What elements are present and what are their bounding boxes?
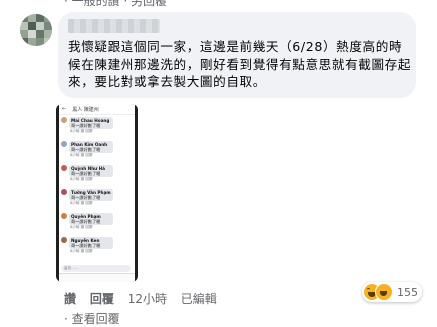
- comment-text: 我懷疑跟這個同一家，這邊是前幾天（6/28）熱度高的時候在陳建州那邊洗的，剛好看…: [68, 39, 412, 89]
- avatar[interactable]: [20, 14, 52, 46]
- screenshot-comment-input: 留言……: [61, 265, 131, 272]
- edited-label[interactable]: 已編輯: [181, 292, 217, 306]
- screenshot-header-title: 黑人 陳建州: [72, 106, 99, 113]
- attached-screenshot[interactable]: ← 黑人 陳建州 Mai Chau Hoang 哥～讚好數了喔 6小時 讚 回覆 …: [56, 104, 138, 282]
- comment-actions: 讚 回覆 12小時 已編輯: [64, 290, 227, 307]
- message-text: 哥～讚好數了喔: [71, 123, 101, 128]
- reactions-summary[interactable]: 155: [362, 282, 422, 302]
- avatar: [61, 165, 67, 171]
- message-meta: 6小時 讚 回覆: [70, 153, 93, 157]
- avatar: [61, 117, 67, 123]
- like-button[interactable]: 讚: [64, 292, 76, 306]
- message-text: 哥～讚好數了喔: [71, 147, 101, 152]
- avatar: [61, 213, 67, 219]
- previous-comment-actions: · 一般的讚 · 另回覆: [64, 0, 168, 8]
- comment-timestamp[interactable]: 12小時: [128, 292, 167, 306]
- reply-button[interactable]: 回覆: [90, 292, 114, 306]
- comment-bubble: 我懷疑跟這個同一家，這邊是前幾天（6/28）熱度高的時候在陳建州那邊洗的，剛好看…: [58, 12, 416, 98]
- reaction-count: 155: [397, 285, 418, 299]
- message-meta: 6小時 讚 回覆: [70, 201, 93, 205]
- avatar: [61, 189, 67, 195]
- avatar: [61, 237, 67, 243]
- message-meta: 6小時 讚 回覆: [70, 129, 93, 133]
- back-arrow-icon: ←: [62, 106, 67, 112]
- haha-reaction-icon: [375, 283, 393, 301]
- message-text: 哥～讚好數了喔: [71, 171, 101, 176]
- message-meta: 6小時 讚 回覆: [70, 225, 93, 229]
- screenshot-screen: ← 黑人 陳建州 Mai Chau Hoang 哥～讚好數了喔 6小時 讚 回覆 …: [59, 104, 135, 282]
- avatar: [61, 141, 67, 147]
- screenshot-nav-bar: [59, 273, 135, 282]
- next-comment-partial: · 查看回覆: [64, 312, 120, 326]
- message-text: 哥～讚好數了喔: [71, 219, 101, 224]
- comment-author-name[interactable]: [68, 19, 160, 33]
- message-meta: 6小時 讚 回覆: [70, 177, 93, 181]
- message-text: 哥～讚好數了喔: [71, 195, 101, 200]
- message-text: 哥～讚好數了喔: [71, 243, 101, 248]
- message-meta: 6小時 讚 回覆: [70, 249, 93, 253]
- screenshot-header: ← 黑人 陳建州: [59, 104, 135, 115]
